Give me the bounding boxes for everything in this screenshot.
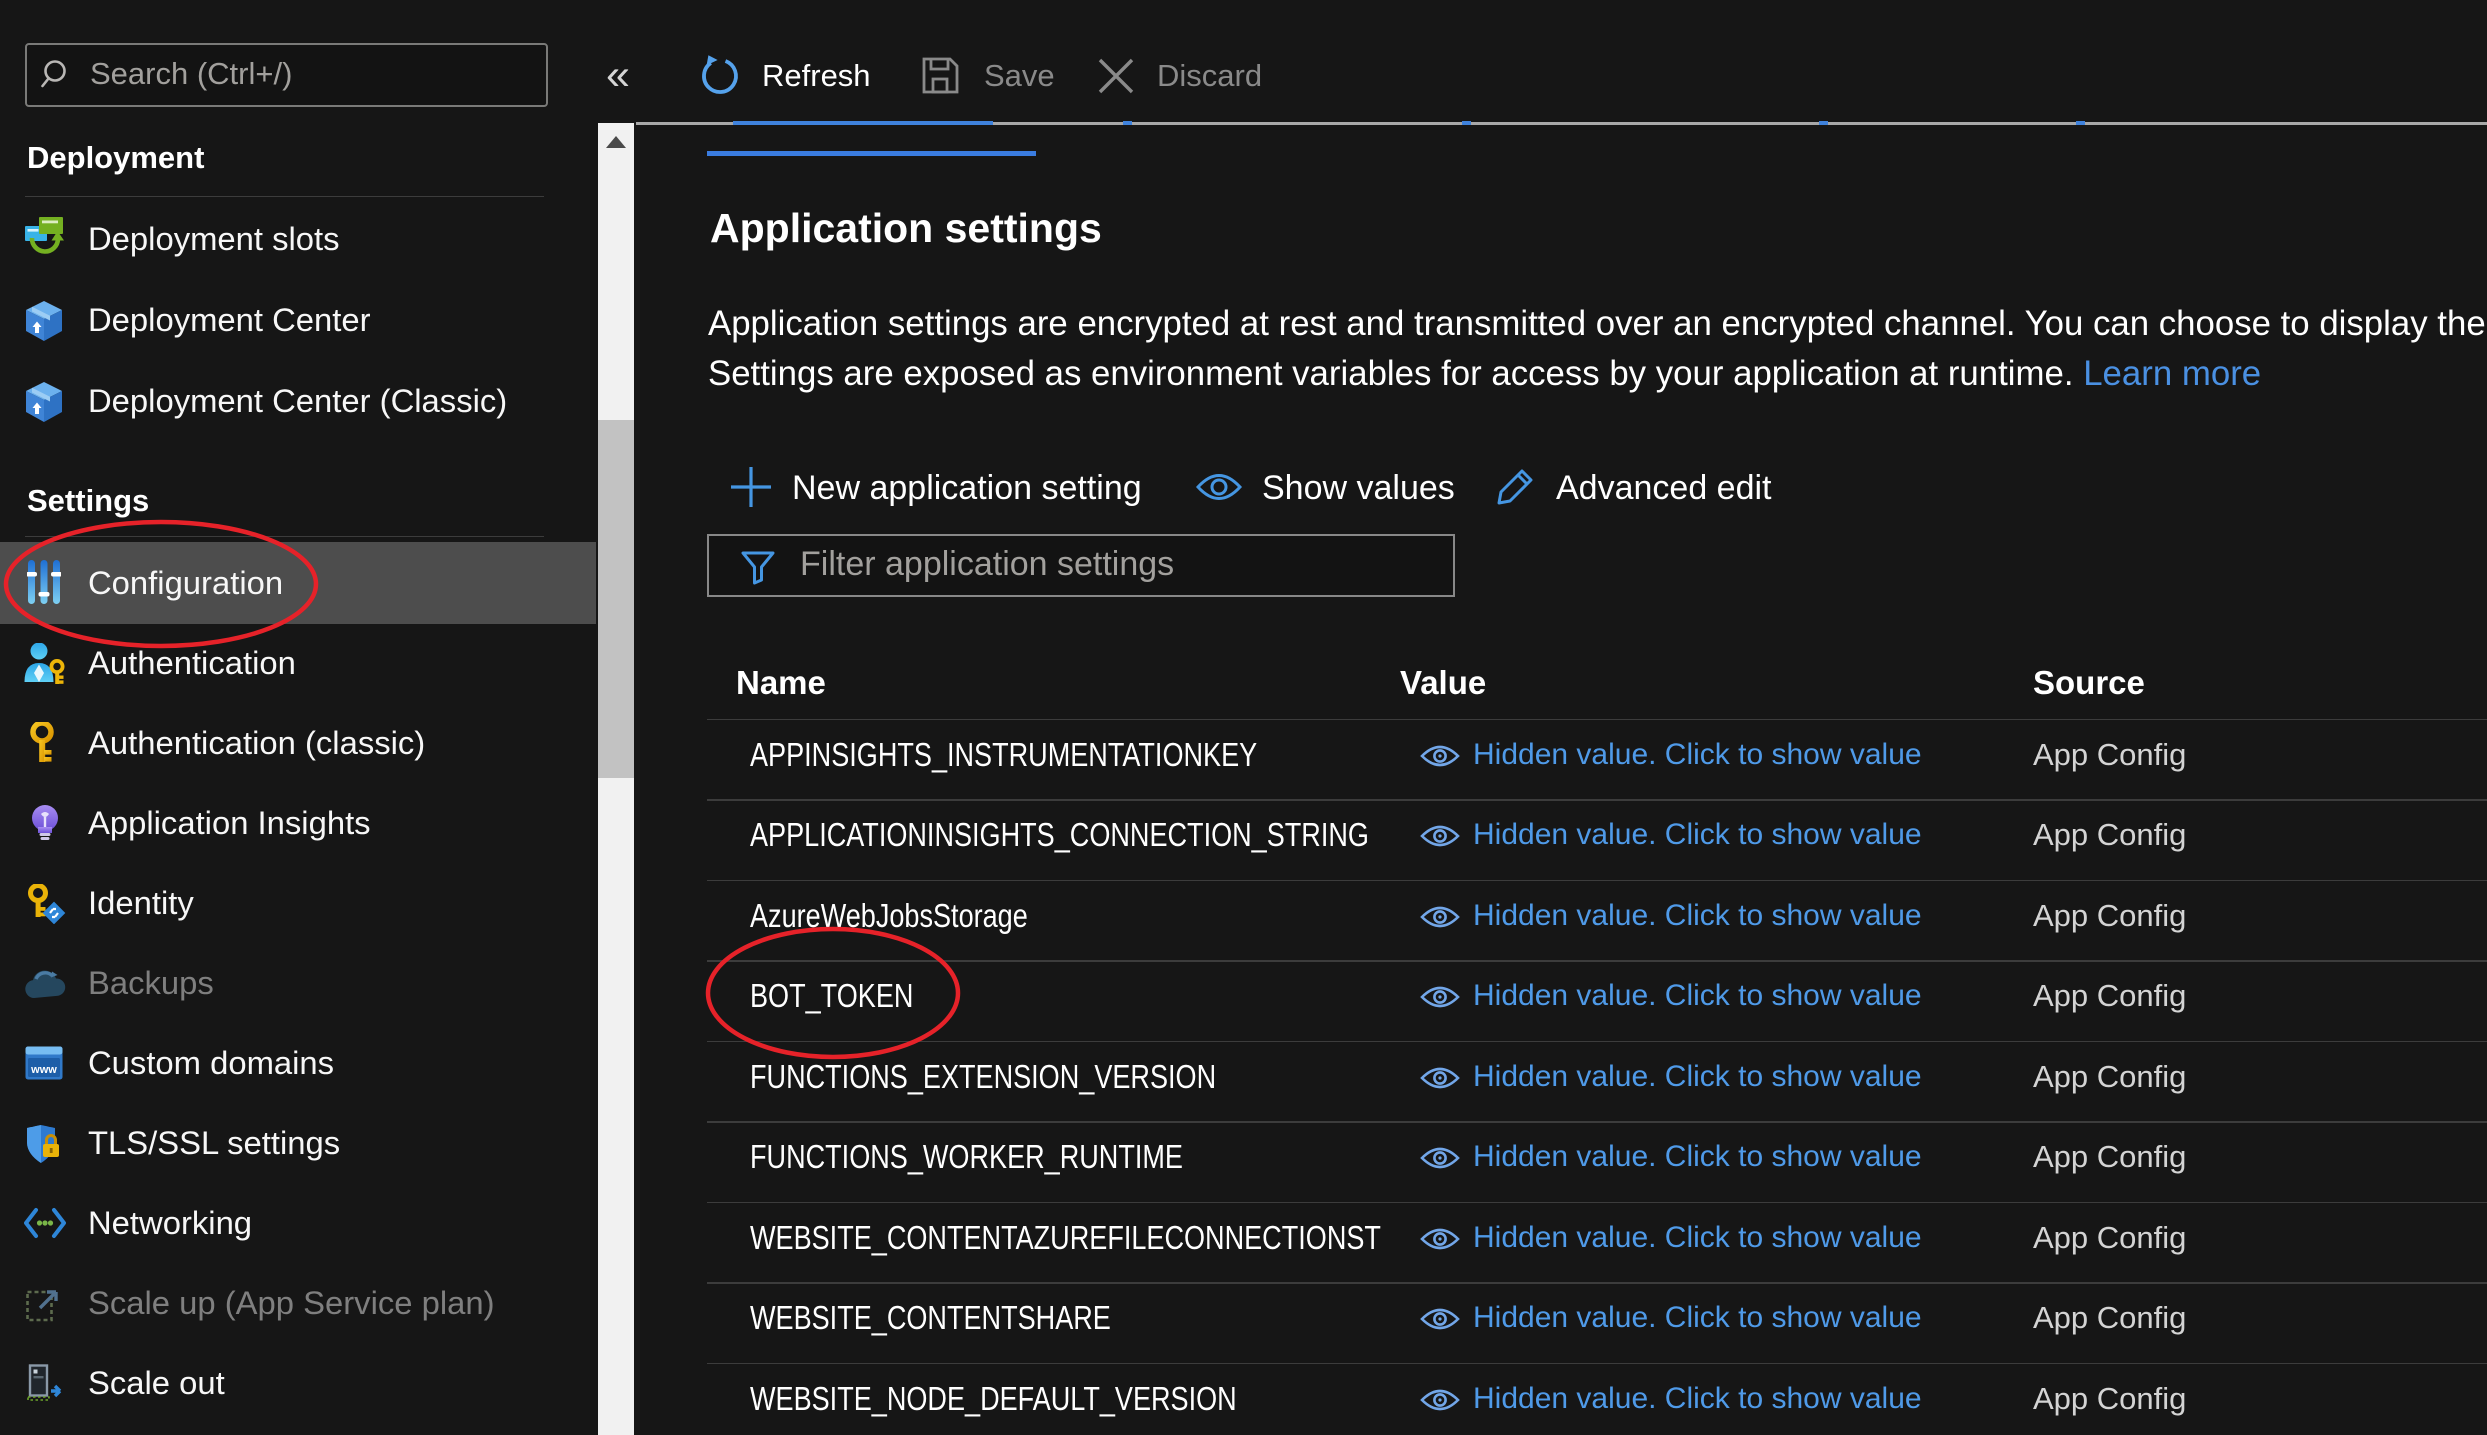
svg-text:www: www bbox=[30, 1064, 57, 1076]
